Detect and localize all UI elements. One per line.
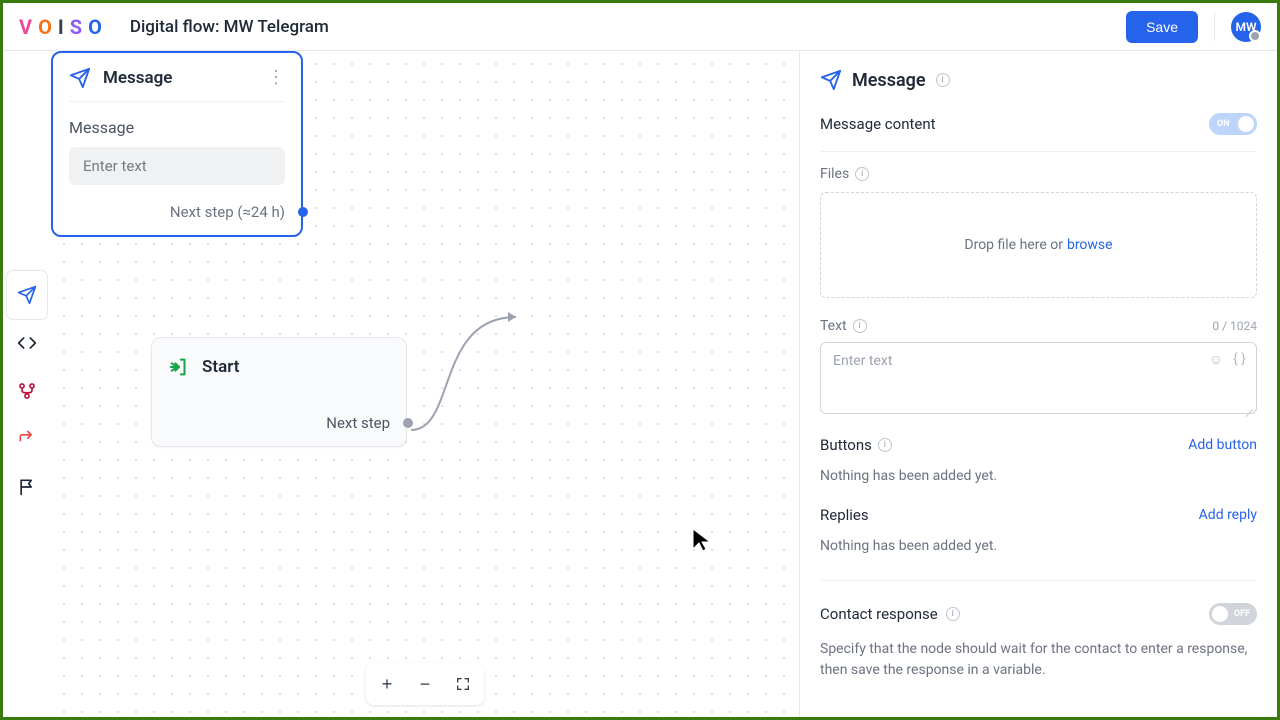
add-button-link[interactable]: Add button xyxy=(1188,437,1257,453)
tool-branch[interactable] xyxy=(7,367,47,415)
minus-icon: − xyxy=(420,674,431,695)
node-menu-icon[interactable]: ⋮ xyxy=(267,69,285,87)
buttons-label: Buttonsi xyxy=(820,436,892,454)
info-icon[interactable]: i xyxy=(853,319,867,333)
redirect-icon xyxy=(17,429,37,449)
file-dropzone[interactable]: Drop file here or browse xyxy=(820,192,1257,298)
tool-flag[interactable] xyxy=(7,463,47,511)
zoom-controls: + − xyxy=(366,663,484,705)
contact-response-label: Contact responsei xyxy=(820,605,960,623)
resize-handle[interactable] xyxy=(1243,400,1253,410)
flag-icon xyxy=(17,477,37,497)
avatar[interactable]: MW xyxy=(1231,12,1261,42)
info-icon[interactable]: i xyxy=(855,167,869,181)
divider xyxy=(1214,13,1215,41)
start-icon xyxy=(168,356,190,378)
flow-canvas[interactable]: Start Next step Message ⋮ Message Enter … xyxy=(51,51,799,717)
text-counter: 0 / 1024 xyxy=(1212,319,1257,333)
tool-code[interactable] xyxy=(7,319,47,367)
output-port[interactable] xyxy=(298,207,308,217)
page-title: Digital flow: MW Telegram xyxy=(130,17,329,37)
message-field-label: Message xyxy=(69,118,285,137)
properties-panel: Message i Message content ON Filesi Drop… xyxy=(799,51,1277,717)
message-node[interactable]: Message ⋮ Message Enter text Next step (… xyxy=(51,51,303,237)
text-label: Texti xyxy=(820,318,867,334)
start-node[interactable]: Start Next step xyxy=(151,337,407,447)
plus-icon: + xyxy=(382,674,393,695)
add-reply-link[interactable]: Add reply xyxy=(1199,507,1257,523)
start-node-footer: Next step xyxy=(168,414,390,432)
message-content-label: Message content xyxy=(820,115,936,133)
contact-response-description: Specify that the node should wait for th… xyxy=(820,639,1257,681)
left-toolbar xyxy=(3,51,51,717)
send-icon xyxy=(69,67,91,89)
info-icon[interactable]: i xyxy=(936,73,950,87)
zoom-in-button[interactable]: + xyxy=(370,667,404,701)
output-port[interactable] xyxy=(403,418,413,428)
files-label: Filesi xyxy=(820,166,1257,182)
message-content-toggle[interactable]: ON xyxy=(1209,113,1257,135)
send-icon xyxy=(17,285,37,305)
replies-label: Replies xyxy=(820,506,869,524)
connector xyxy=(406,307,546,437)
buttons-empty-text: Nothing has been added yet. xyxy=(820,468,1257,484)
start-node-title: Start xyxy=(202,357,239,377)
cursor-icon xyxy=(691,527,713,553)
branch-icon xyxy=(17,381,37,401)
tool-send[interactable] xyxy=(7,271,47,319)
message-field-input[interactable]: Enter text xyxy=(69,147,285,185)
replies-empty-text: Nothing has been added yet. xyxy=(820,538,1257,554)
fullscreen-button[interactable] xyxy=(446,667,480,701)
code-icon xyxy=(17,333,37,353)
contact-response-toggle[interactable]: OFF xyxy=(1209,603,1257,625)
message-node-footer: Next step (≈24 h) xyxy=(69,203,285,221)
fullscreen-icon xyxy=(455,676,471,692)
info-icon[interactable]: i xyxy=(878,438,892,452)
panel-title: Message xyxy=(852,70,926,91)
send-icon xyxy=(820,69,842,91)
emoji-icon[interactable]: ☺ xyxy=(1209,351,1223,368)
variable-icon[interactable]: { } xyxy=(1233,351,1246,368)
text-input[interactable]: Enter text ☺ { } xyxy=(820,342,1257,414)
info-icon[interactable]: i xyxy=(946,607,960,621)
header: VOISO Digital flow: MW Telegram Save MW xyxy=(3,3,1277,51)
save-button[interactable]: Save xyxy=(1126,11,1198,43)
message-node-title: Message xyxy=(103,68,255,88)
logo: VOISO xyxy=(19,15,106,39)
browse-link[interactable]: browse xyxy=(1067,237,1113,253)
zoom-out-button[interactable]: − xyxy=(408,667,442,701)
tool-redirect[interactable] xyxy=(7,415,47,463)
